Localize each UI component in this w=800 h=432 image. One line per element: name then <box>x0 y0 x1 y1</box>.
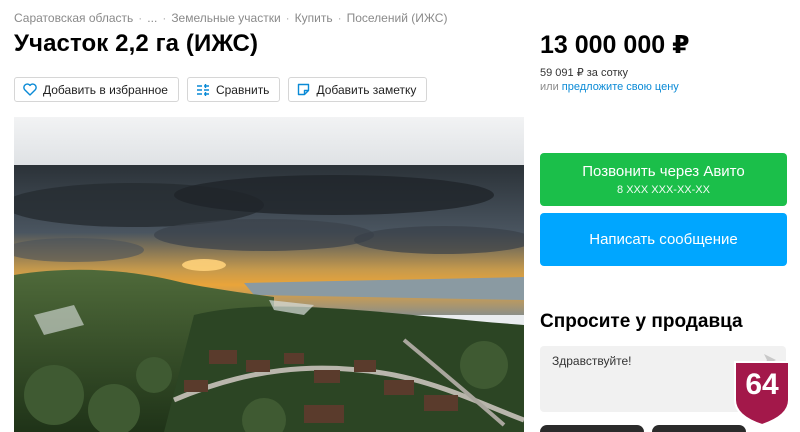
listing-photo[interactable] <box>14 117 524 432</box>
landscape-image <box>14 165 524 432</box>
breadcrumb-separator: · <box>138 11 143 25</box>
price: 13 000 000 ₽ <box>540 31 690 59</box>
offer-price-text: или предложите свою цену <box>540 81 679 93</box>
listing-actions: Добавить в избранное Сравнить Добавить з… <box>14 77 428 102</box>
quick-reply-chip[interactable] <box>540 425 644 432</box>
photo-top-strip <box>14 117 524 165</box>
call-button[interactable]: Позвонить через Авито 8 XXX XXX-XX-XX <box>540 153 787 206</box>
page-title: Участок 2,2 га (ИЖС) <box>14 30 259 57</box>
region-badge-number: 64 <box>745 368 779 401</box>
quick-reply-chip[interactable] <box>652 425 746 432</box>
add-to-favorites-label: Добавить в избранное <box>43 82 168 97</box>
ask-seller-heading: Спросите у продавца <box>540 311 743 332</box>
breadcrumb-separator: · <box>162 11 167 25</box>
offer-prefix: или <box>540 81 559 93</box>
compare-button[interactable]: Сравнить <box>186 77 281 102</box>
breadcrumb-izhs[interactable]: Поселений (ИЖС) <box>347 11 448 25</box>
add-note-button[interactable]: Добавить заметку <box>288 77 428 102</box>
add-to-favorites-button[interactable]: Добавить в избранное <box>14 77 179 102</box>
heart-icon <box>23 83 37 96</box>
breadcrumb-separator: · <box>337 11 342 25</box>
breadcrumb-ellipsis[interactable]: ... <box>147 11 157 25</box>
breadcrumb-separator: · <box>285 11 290 25</box>
write-message-button[interactable]: Написать сообщение <box>540 213 787 266</box>
breadcrumb-buy[interactable]: Купить <box>295 11 333 25</box>
add-note-label: Добавить заметку <box>316 82 417 97</box>
breadcrumb: Саратовская область ·... · Земельные участк… <box>14 11 447 25</box>
breadcrumb-region[interactable]: Саратовская область <box>14 11 133 25</box>
quick-replies <box>540 425 787 432</box>
compare-label: Сравнить <box>215 82 270 97</box>
breadcrumb-land[interactable]: Земельные участки <box>171 11 280 25</box>
compare-icon <box>196 83 209 96</box>
offer-price-link[interactable]: предложите свою цену <box>562 81 679 93</box>
call-button-label: Позвонить через Авито <box>582 163 745 180</box>
call-button-phone: 8 XXX XXX-XX-XX <box>617 184 710 196</box>
price-per-unit: 59 091 ₽ за сотку <box>540 67 628 79</box>
note-icon <box>298 83 310 96</box>
